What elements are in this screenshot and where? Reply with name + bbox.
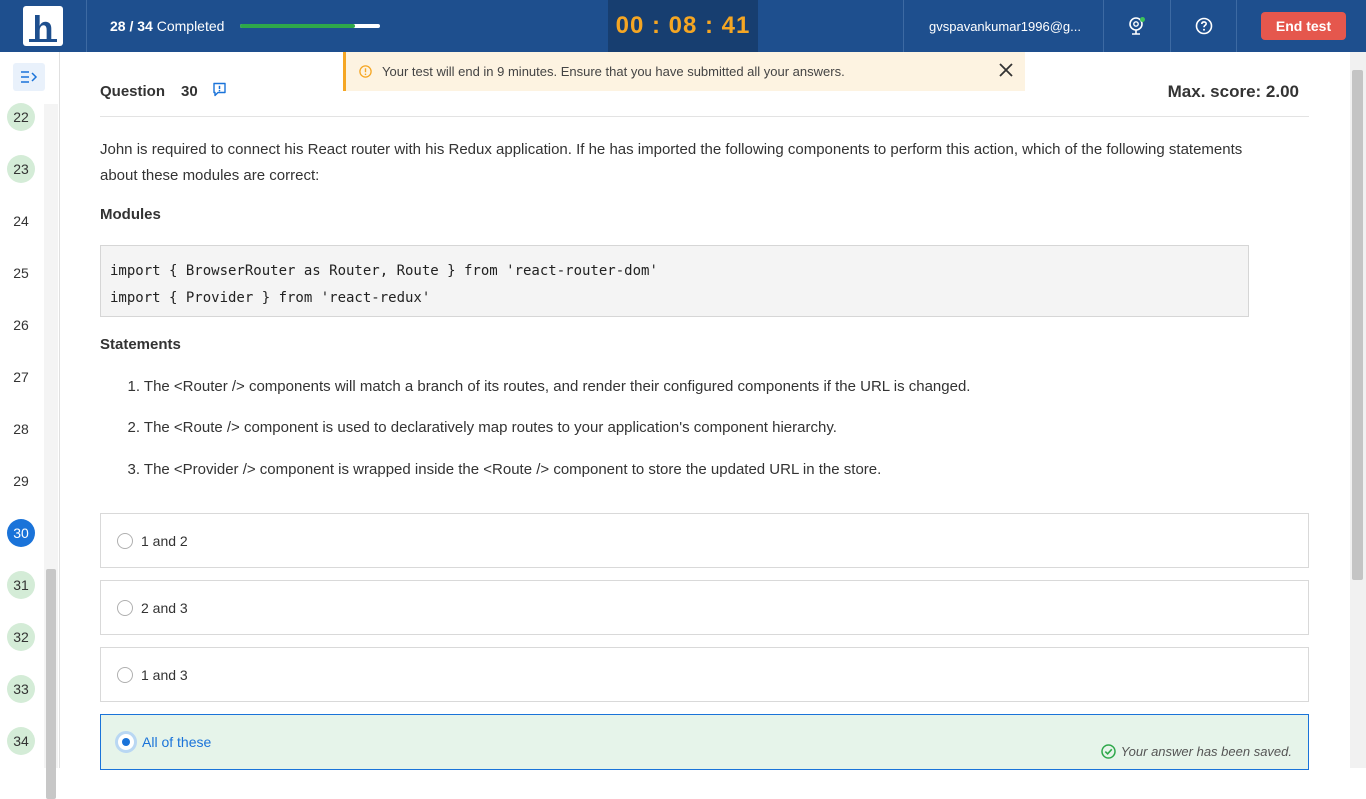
page-scrollbar-thumb[interactable] [1352,70,1363,580]
saved-status: Your answer has been saved. [1100,744,1292,759]
statement-text: The <Provider /> component is wrapped in… [143,461,882,478]
check-circle-icon [1100,744,1116,759]
sidebar-scrollbar[interactable] [44,104,58,799]
progress-count: 28 / 34 [110,18,153,34]
question-nav-33[interactable]: 33 [7,675,35,703]
statement-number: 3. [127,461,140,478]
question-nav-25[interactable]: 25 [7,259,35,287]
code-line: import { BrowserRouter as Router, Route … [110,263,658,279]
radio-dot [122,738,130,746]
statement-item: 3. The <Provider /> component is wrapped… [120,461,881,478]
option-label: 1 and 3 [141,666,188,683]
question-navigator: 22 23 24 25 26 27 28 29 30 31 32 33 34 [0,52,60,799]
webcam-icon [1129,17,1145,35]
logo-underline [29,39,57,42]
radio-button[interactable] [117,532,133,549]
statement-number: 1. [127,378,140,395]
report-icon [213,82,226,97]
option-label: 2 and 3 [141,599,188,616]
option-label: 1 and 2 [141,532,188,549]
progress-area: 28 / 34 Completed [86,0,608,52]
question-nav-31[interactable]: 31 [7,571,35,599]
code-line: import { Provider } from 'react-redux' [110,290,431,306]
radio-button-selected[interactable] [115,731,137,753]
progress-label: Completed [156,18,225,34]
help-button[interactable] [1170,0,1237,52]
radio-button[interactable] [117,599,133,616]
question-nav-32[interactable]: 32 [7,623,35,651]
page-scrollbar[interactable] [1350,52,1366,768]
countdown-timer: 00 : 08 : 41 [608,0,758,52]
answer-option-2[interactable]: 2 and 3 [100,580,1309,635]
max-score: Max. score: 2.00 [1167,82,1299,101]
question-nav-28[interactable]: 28 [7,415,35,443]
expand-panel-icon [21,71,38,83]
question-nav-22[interactable]: 22 [7,103,35,131]
close-icon [999,63,1013,77]
statement-number: 2. [127,419,140,436]
webcam-button[interactable] [1103,0,1170,52]
help-icon [1195,17,1212,35]
progress-bar-fill [240,24,356,28]
progress-text: 28 / 34 Completed [110,18,224,34]
sidebar-scrollbar-thumb[interactable] [46,569,56,799]
end-test-button[interactable]: End test [1261,12,1346,40]
statements-heading: Statements [100,336,181,353]
user-email[interactable]: gvspavankumar1996@g... [903,0,1103,52]
saved-message: Your answer has been saved. [1120,744,1292,759]
close-banner-button[interactable] [997,61,1015,79]
statement-text: The <Router /> components will match a b… [143,378,971,395]
question-text: John is required to connect his React ro… [100,141,1243,184]
progress-bar [240,24,381,28]
modules-heading: Modules [100,206,161,223]
question-nav-24[interactable]: 24 [7,207,35,235]
header-divider [100,116,1309,117]
question-nav-29[interactable]: 29 [7,467,35,495]
top-bar: h 28 / 34 Completed 00 : 08 : 41 gvspava… [0,0,1366,52]
question-nav-27[interactable]: 27 [7,363,35,391]
question-nav-30[interactable]: 30 [7,519,35,547]
question-number: 30 [181,83,198,100]
hackerearth-logo: h [23,6,63,46]
answer-option-4[interactable]: All of these Your answer has been saved. [100,714,1309,770]
answer-option-1[interactable]: 1 and 2 [100,513,1309,568]
statement-item: 2. The <Route /> component is used to de… [120,419,837,436]
time-warning-banner: Your test will end in 9 minutes. Ensure … [343,52,1025,91]
question-nav-23[interactable]: 23 [7,155,35,183]
report-question-button[interactable] [212,82,227,101]
sidebar-toggle-button[interactable] [13,63,45,91]
code-block: import { BrowserRouter as Router, Route … [100,245,1249,317]
answer-option-3[interactable]: 1 and 3 [100,647,1309,702]
question-nav-34[interactable]: 34 [7,727,35,755]
question-header: Question 30 [100,82,227,101]
warning-icon [359,65,372,78]
option-label: All of these [142,734,212,750]
statement-text: The <Route /> component is used to decla… [143,419,837,436]
question-panel: Question 30 Max. score: 2.00 John is req… [60,52,1350,770]
question-nav-26[interactable]: 26 [7,311,35,339]
warning-message: Your test will end in 9 minutes. Ensure … [382,64,845,79]
radio-button[interactable] [117,666,133,683]
statement-item: 1. The <Router /> components will match … [120,378,970,395]
logo-container: h [0,0,86,52]
question-label: Question [100,83,166,100]
